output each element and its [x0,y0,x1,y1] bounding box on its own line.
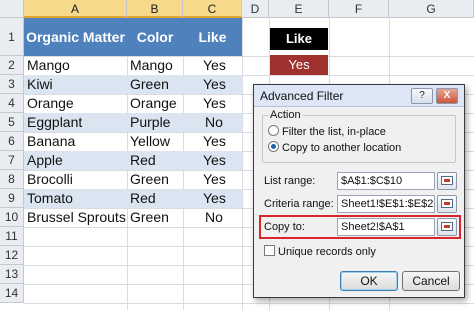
row-header-8[interactable]: 8 [0,170,24,189]
radio-copy-label: Copy to another location [282,142,402,154]
dialog-title: Advanced Filter [260,89,344,103]
cell-organic-matter[interactable]: Orange [27,94,125,113]
gridline [242,18,243,310]
select-all-corner[interactable] [0,0,24,18]
cell-color[interactable]: Red [130,151,182,170]
row-header-11[interactable]: 11 [0,227,24,246]
close-button[interactable]: X [436,88,458,104]
header-cell-like[interactable]: Like [183,18,242,56]
cell-color[interactable]: Yellow [130,132,182,151]
collapse-dialog-icon [441,222,453,231]
cell-color[interactable]: Mango [130,56,182,75]
criteria-header-cell[interactable]: Like [270,28,328,50]
cell-color[interactable]: Red [130,189,182,208]
cell-like[interactable]: Yes [203,132,239,151]
row-header-9[interactable]: 9 [0,189,24,208]
unique-records-checkbox[interactable] [264,245,275,256]
column-header-f[interactable]: F [329,0,389,18]
criteria-value-cell[interactable]: Yes [270,55,328,75]
row-header-2[interactable]: 2 [0,56,24,75]
row-header-5[interactable]: 5 [0,113,24,132]
radio-filter-in-place[interactable]: Filter the list, in-place [268,125,386,138]
cell-color[interactable]: Green [130,170,182,189]
cell-organic-matter[interactable]: Tomato [27,189,125,208]
criteria-range-collapse-button[interactable] [437,195,457,213]
row-header-6[interactable]: 6 [0,132,24,151]
list-range-input[interactable]: $A$1:$C$10 [337,172,435,190]
cell-organic-matter[interactable]: Brussel Sprouts [27,208,127,227]
cell-organic-matter[interactable]: Mango [27,56,125,75]
cell-organic-matter[interactable]: Eggplant [27,113,125,132]
column-header-a[interactable]: A [24,0,127,18]
cell-like[interactable]: Yes [203,56,239,75]
criteria-range-label: Criteria range: [264,198,334,210]
cell-like[interactable]: Yes [203,170,239,189]
copy-to-input[interactable]: Sheet2!$A$1 [337,218,435,236]
cell-like[interactable]: Yes [203,151,239,170]
cancel-button[interactable]: Cancel [402,271,460,291]
unique-records-checkbox-row[interactable]: Unique records only [264,245,376,258]
list-range-collapse-button[interactable] [437,172,457,190]
row-header-3[interactable]: 3 [0,75,24,94]
column-header-b[interactable]: B [127,0,183,18]
collapse-dialog-icon [441,176,453,185]
row-header-10[interactable]: 10 [0,208,24,227]
copy-to-collapse-button[interactable] [437,218,457,236]
header-cell-color[interactable]: Color [127,18,183,56]
unique-records-label: Unique records only [278,246,376,258]
row-header-13[interactable]: 13 [0,265,24,284]
dialog-title-bar[interactable]: Advanced Filter ? X [254,85,464,107]
row-header-14[interactable]: 14 [0,284,24,303]
row-header-4[interactable]: 4 [0,94,24,113]
cell-like[interactable]: Yes [203,94,239,113]
list-range-label: List range: [264,175,316,187]
help-button[interactable]: ? [411,88,433,104]
radio-filter-label: Filter the list, in-place [282,126,386,138]
criteria-range-input[interactable]: Sheet1!$E$1:$E$2 [337,195,435,213]
gridline [24,303,474,304]
cell-organic-matter[interactable]: Kiwi [27,75,125,94]
cell-like[interactable]: No [205,113,241,132]
action-group-label: Action [268,109,303,121]
cell-organic-matter[interactable]: Apple [27,151,125,170]
header-cell-organic-matter[interactable]: Organic Matter [24,18,127,56]
cell-organic-matter[interactable]: Brocolli [27,170,125,189]
column-header-e[interactable]: E [269,0,329,18]
cell-organic-matter[interactable]: Banana [27,132,125,151]
collapse-dialog-icon [441,199,453,208]
action-group [262,115,456,163]
cell-color[interactable]: Green [130,75,182,94]
cell-like[interactable]: Yes [203,189,239,208]
column-header-d[interactable]: D [242,0,269,18]
advanced-filter-dialog: Advanced Filter ? X Action Filter the li… [253,84,465,298]
cell-color[interactable]: Green [130,208,182,227]
cell-color[interactable]: Orange [130,94,182,113]
radio-button-icon[interactable] [268,125,279,136]
ok-button[interactable]: OK [340,271,398,291]
radio-copy-to-location[interactable]: Copy to another location [268,141,401,154]
cell-like[interactable]: Yes [203,75,239,94]
cell-color[interactable]: Purple [130,113,182,132]
column-header-c[interactable]: C [183,0,242,18]
column-header-g[interactable]: G [389,0,474,18]
copy-to-label: Copy to: [264,221,305,233]
row-header-1[interactable]: 1 [0,18,24,56]
radio-button-selected-icon[interactable] [268,141,279,152]
cell-like[interactable]: No [205,208,241,227]
row-header-7[interactable]: 7 [0,151,24,170]
row-header-12[interactable]: 12 [0,246,24,265]
